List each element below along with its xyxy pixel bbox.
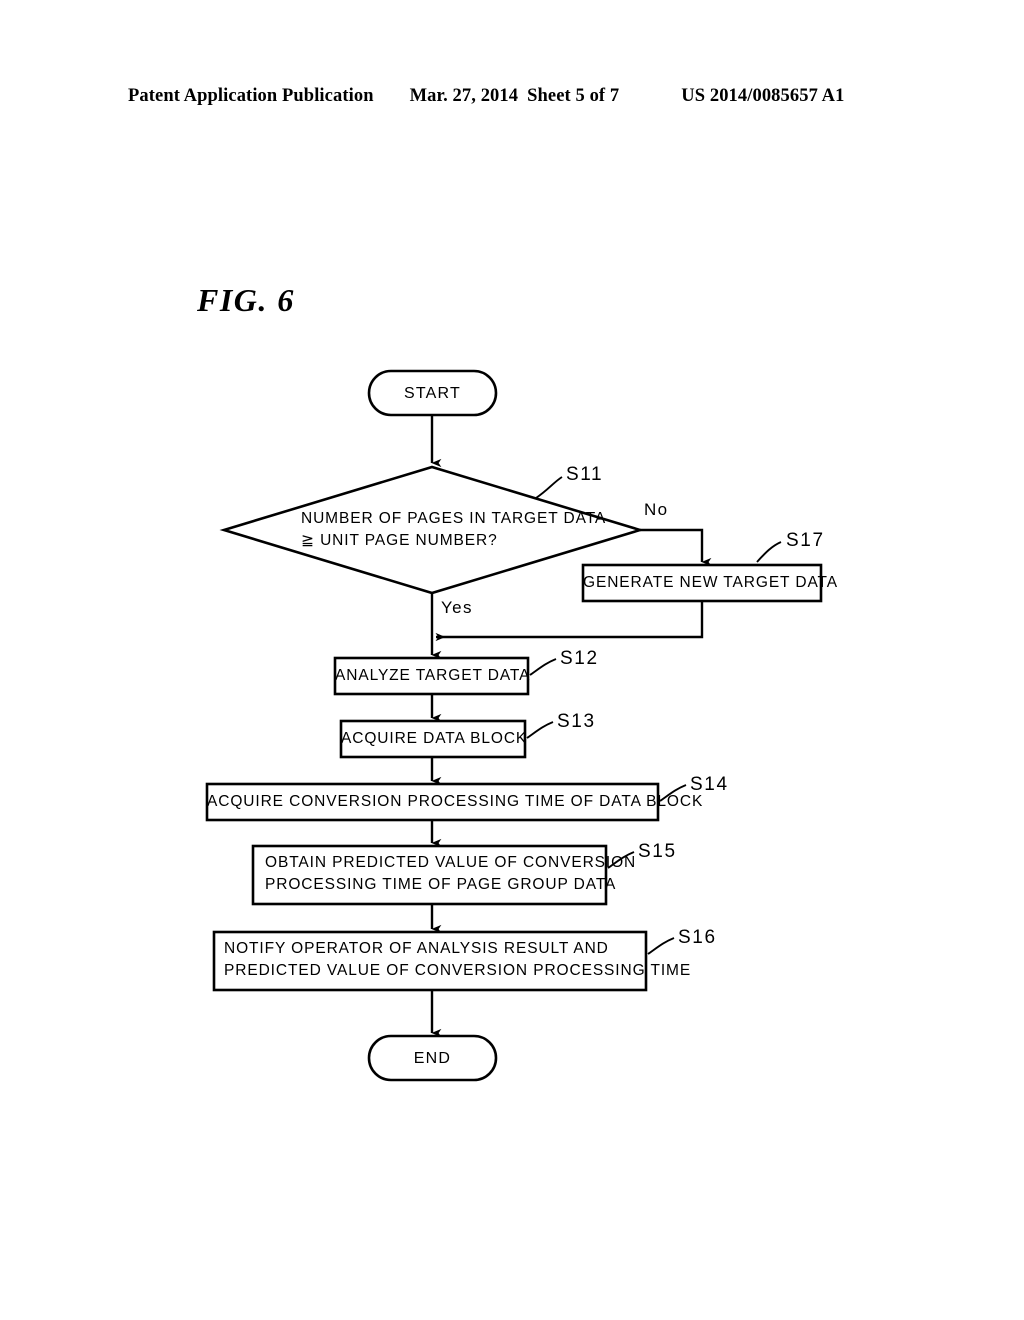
process-text-s16-line1: NOTIFY OPERATOR OF ANALYSIS RESULT AND <box>224 940 609 957</box>
start-terminator-label: START <box>404 385 461 402</box>
decision-text-line1: NUMBER OF PAGES IN TARGET DATA <box>301 510 607 527</box>
process-text-s15-line2: PROCESSING TIME OF PAGE GROUP DATA <box>265 876 617 893</box>
step-ref-s12: S12 <box>560 648 599 669</box>
process-text-s15-line1: OBTAIN PREDICTED VALUE OF CONVERSION <box>265 854 637 871</box>
connector-no-branch <box>640 528 712 567</box>
connector-s17-return <box>435 601 704 642</box>
step-ref-s11: S11 <box>566 464 604 485</box>
branch-label-no: No <box>644 500 669 519</box>
step-ref-s13: S13 <box>557 711 596 732</box>
leader-s17 <box>756 541 782 563</box>
process-text-s17: GENERATE NEW TARGET DATA <box>583 574 838 591</box>
decision-text-line2: ≧ UNIT PAGE NUMBER? <box>301 532 498 549</box>
leader-s16 <box>647 937 675 955</box>
step-ref-s16: S16 <box>678 927 717 948</box>
process-text-s12: ANALYZE TARGET DATA <box>335 667 531 684</box>
leader-s12 <box>529 658 557 676</box>
leader-s13 <box>526 721 554 739</box>
leader-s11 <box>535 476 563 499</box>
step-ref-s17: S17 <box>786 530 825 551</box>
process-text-s14: ACQUIRE CONVERSION PROCESSING TIME OF DA… <box>207 793 704 810</box>
branch-label-yes: Yes <box>441 598 473 617</box>
process-text-s16-line2: PREDICTED VALUE OF CONVERSION PROCESSING… <box>224 962 692 979</box>
flowchart-diagram <box>205 369 823 1082</box>
step-ref-s15: S15 <box>638 841 677 862</box>
end-terminator-label: END <box>413 1050 452 1067</box>
process-text-s13: ACQUIRE DATA BLOCK <box>341 730 528 747</box>
